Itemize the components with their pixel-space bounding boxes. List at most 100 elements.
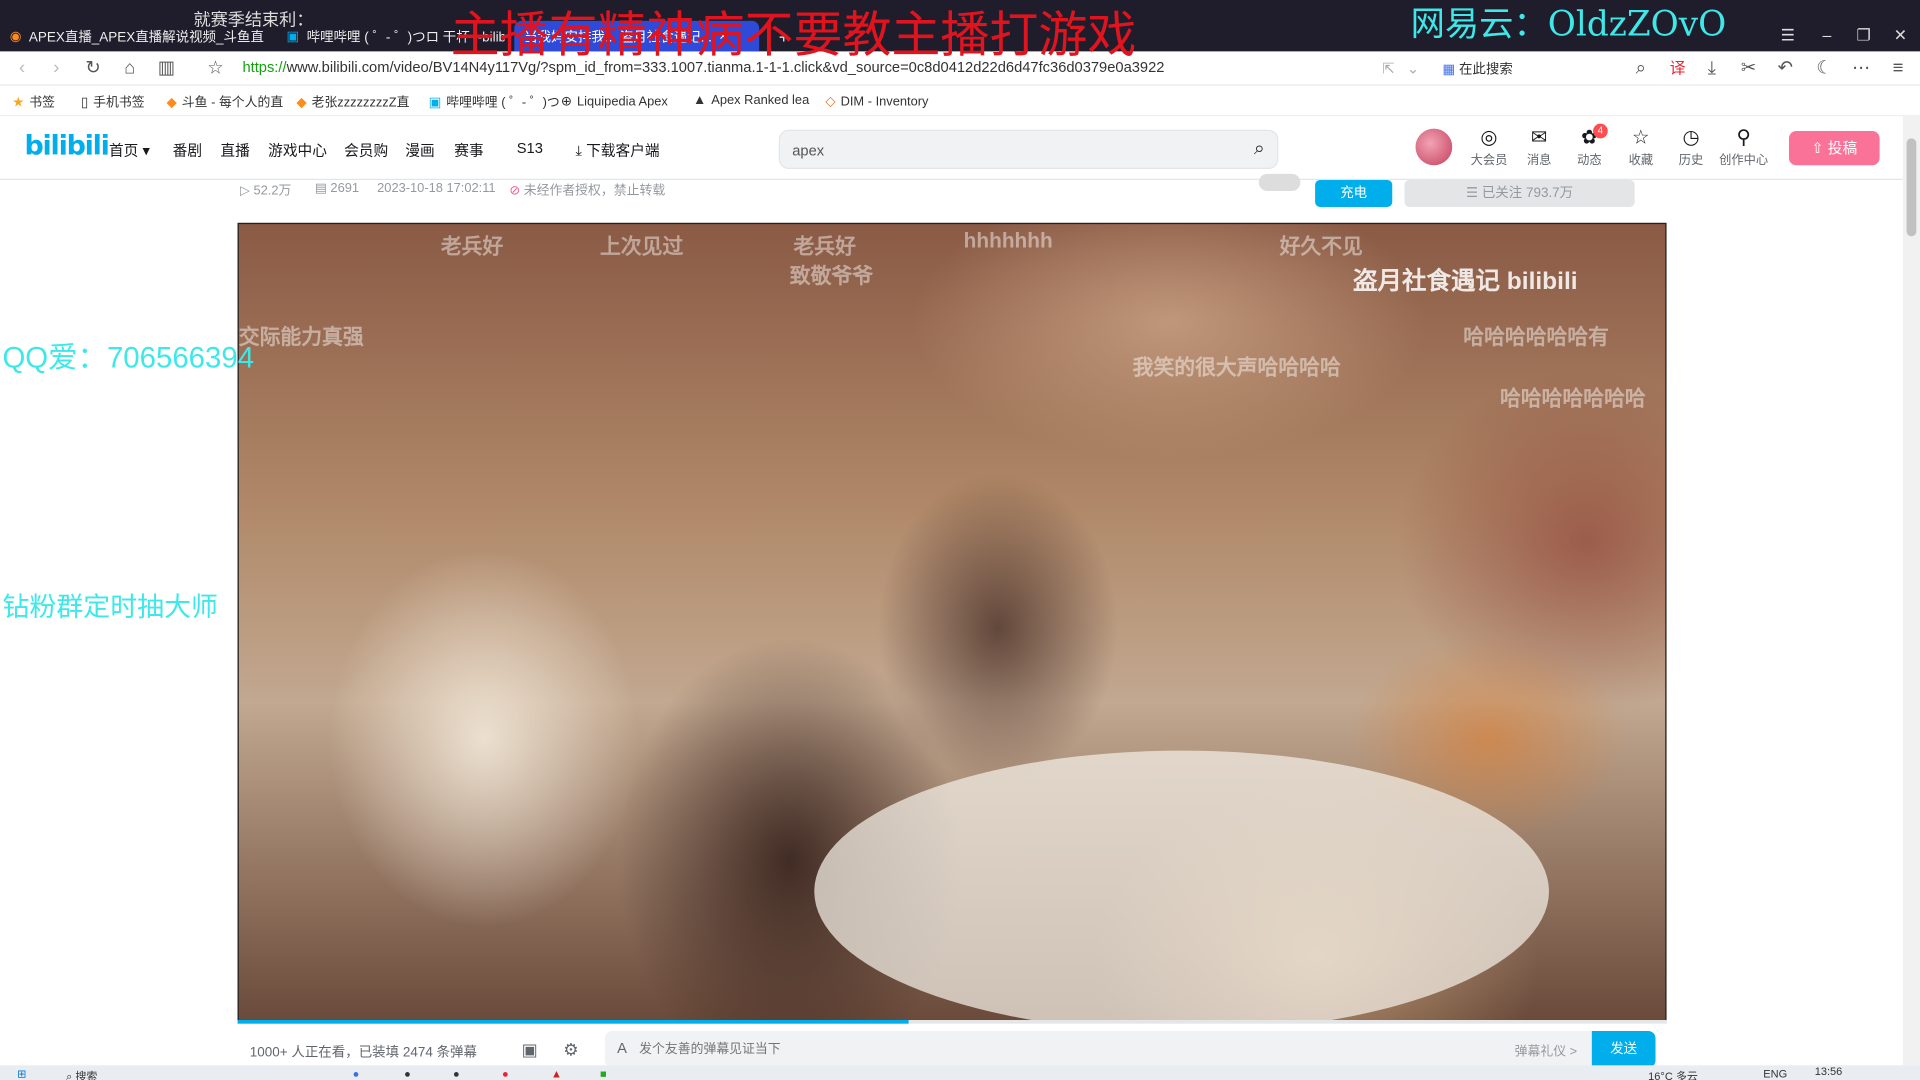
page-scrollbar[interactable] [1902, 116, 1920, 1066]
back-icon[interactable]: ‹ [10, 56, 34, 80]
video-watermark: 盗月社食遇记 bilibili [1353, 268, 1578, 296]
bookmark-item[interactable]: ◆ 老张zzzzzzzzZ直 [296, 93, 409, 111]
close-window-button[interactable]: ✕ [1888, 23, 1912, 47]
danmaku-text: 老兵好 [440, 235, 504, 259]
globe-icon: ⊕ [560, 94, 573, 109]
video-player[interactable]: 盗月社食遇记 bilibili 老兵好 上次见过 老兵好 hhhhhhh 好久不… [237, 222, 1667, 1023]
search-icon[interactable]: ⌕ [1629, 56, 1653, 80]
nav-s13[interactable]: S13 [517, 140, 543, 157]
menu-icon[interactable]: ☰ [1776, 23, 1800, 47]
bilibili-logo[interactable]: bilibili [24, 131, 109, 162]
search-engine-box[interactable]: ▦ 在此搜索 [1442, 59, 1512, 79]
browser-taskbar-icon[interactable]: ● [353, 1068, 360, 1080]
dark-mode-icon[interactable]: ☾ [1812, 56, 1836, 80]
danmaku-toggle-icon[interactable]: ▣ [522, 1040, 538, 1061]
nav-shop[interactable]: 会员购 [344, 140, 388, 161]
bilibili-tab-icon: ▣ [286, 29, 300, 45]
share-icon[interactable]: ⇱ [1376, 56, 1400, 80]
nav-esports[interactable]: 赛事 [454, 140, 483, 161]
follow-button[interactable]: ☰ 已关注 793.7万 [1404, 180, 1635, 207]
avatar[interactable] [1415, 128, 1453, 166]
nav-game-center[interactable]: 游戏中心 [268, 140, 327, 161]
bookmark-item[interactable]: ◇ DIM - Inventory [825, 93, 928, 109]
restore-button[interactable]: ❐ [1851, 23, 1875, 47]
danmaku-bar: 1000+ 人正在看，已装填 2474 条弹幕 ▣ ⚙ A 弹幕礼仪 > 发送 [237, 1031, 1667, 1068]
danmaku-text: 交际能力真强 [238, 325, 364, 349]
video-progress-bar[interactable] [237, 1020, 1667, 1024]
site-header: bilibili 首页 ▾ 番剧 直播 游戏中心 会员购 漫画 赛事 S13 ⤓… [0, 116, 1903, 181]
bookmark-item[interactable]: ▯ 手机书签 [81, 93, 145, 111]
reader-icon[interactable]: ▥ [154, 56, 178, 80]
charge-button[interactable]: 充电 [1315, 180, 1393, 207]
chevron-down-icon[interactable]: ⌄ [1401, 56, 1425, 80]
douyu-icon: ◉ [9, 29, 22, 45]
bookmark-star-icon[interactable]: ☆ [203, 56, 227, 80]
tab-douyu[interactable]: ◉ APEX直播_APEX直播解说视频_斗鱼直 [0, 21, 272, 52]
bookmarks-bar: ★ 书签 ▯ 手机书签 ◆ 斗鱼 - 每个人的直 ◆ 老张zzzzzzzzZ直 ▣ 哔哩哔… [0, 85, 1920, 117]
bookmark-item[interactable]: ★ 书签 [12, 93, 55, 111]
forward-icon[interactable]: › [44, 56, 68, 80]
bookmark-item[interactable]: ▲ Apex Ranked lea [693, 93, 809, 108]
mail-icon: ✉ [1530, 127, 1548, 149]
creator-center-button[interactable]: ⚲ 创作中心 [1717, 127, 1771, 167]
undo-icon[interactable]: ↶ [1773, 56, 1797, 80]
home-icon[interactable]: ⌂ [118, 56, 142, 80]
minimize-button[interactable]: – [1815, 23, 1839, 47]
netease-taskbar-icon[interactable]: ● [502, 1068, 509, 1080]
weather[interactable]: 16°C 多云 [1648, 1068, 1698, 1080]
tab-title: APEX直播_APEX直播解说视频_斗鱼直 [28, 30, 264, 45]
nav-home[interactable]: 首页 ▾ [109, 140, 150, 161]
watching-count: 1000+ 人正在看，已装填 2474 条弹幕 [249, 1045, 477, 1061]
star-icon: ★ [12, 95, 25, 111]
send-danmaku-button[interactable]: 发送 [1591, 1031, 1656, 1068]
nav-manga[interactable]: 漫画 [405, 140, 434, 161]
video-scene-table [814, 750, 1549, 1022]
overlay-qq: QQ爱：706566394 [2, 341, 255, 375]
danmaku-input[interactable] [639, 1038, 1374, 1061]
windows-taskbar: ⊞ ⌕ 搜索 ● ● ● ● ▲ ■ 16°C 多云 ENG 13:56 [0, 1065, 1920, 1080]
search-icon[interactable]: ⌕ [1254, 138, 1265, 160]
translate-icon[interactable]: 译 [1665, 56, 1689, 80]
search-input[interactable] [792, 138, 1209, 163]
app-taskbar-icon[interactable]: ■ [600, 1068, 607, 1080]
forbidden-icon: ⊘ [509, 183, 521, 199]
download-icon[interactable]: ⤓ [1700, 56, 1724, 80]
windows-start-icon[interactable]: ⊞ [17, 1068, 26, 1080]
clock[interactable]: 13:56 [1815, 1065, 1843, 1077]
danmaku-text: hhhhhhh [963, 228, 1053, 253]
apex-taskbar-icon[interactable]: ▲ [551, 1068, 562, 1080]
vip-button[interactable]: ◎ 大会员 [1466, 127, 1513, 167]
danmaku-count: ▤ 2691 [314, 181, 360, 196]
history-button[interactable]: ◷ 历史 [1668, 127, 1715, 167]
taskbar-search[interactable]: ⌕ 搜索 [66, 1068, 97, 1080]
tools-icon[interactable]: ✂ [1736, 56, 1760, 80]
upload-button[interactable]: ⇧ 投稿 [1788, 131, 1880, 166]
bookmark-item[interactable]: ▣ 哔哩哔哩 ( ゜- ゜)つ [429, 93, 560, 111]
nav-anime[interactable]: 番剧 [173, 140, 202, 161]
douyu-icon: ◆ [296, 95, 307, 111]
bookmark-item[interactable]: ⊕ Liquipedia Apex [561, 93, 668, 109]
nav-live[interactable]: 直播 [220, 140, 249, 161]
app-taskbar-icon[interactable]: ● [453, 1068, 460, 1080]
uploader-avatar[interactable] [1258, 173, 1301, 192]
dynamics-button[interactable]: ✿ 动态 4 [1566, 123, 1613, 168]
danmaku-etiquette-link[interactable]: 弹幕礼仪 > [1515, 1042, 1578, 1060]
diamond-icon: ◇ [825, 94, 836, 109]
more-icon[interactable]: ⋯ [1849, 56, 1873, 80]
reload-icon[interactable]: ↻ [81, 56, 105, 80]
messages-button[interactable]: ✉ 消息 [1516, 127, 1563, 167]
scrollbar-thumb[interactable] [1906, 138, 1917, 237]
menu-icon[interactable]: ≡ [1886, 56, 1910, 80]
font-style-icon[interactable]: A [617, 1040, 627, 1057]
video-progress-fill [237, 1020, 910, 1024]
bookmark-item[interactable]: ◆ 斗鱼 - 每个人的直 [167, 93, 284, 111]
bilibili-icon: ▣ [428, 95, 442, 111]
favorites-button[interactable]: ☆ 收藏 [1618, 127, 1665, 167]
steam-taskbar-icon[interactable]: ● [404, 1068, 411, 1080]
site-search-box: ⌕ [778, 129, 1279, 169]
input-language[interactable]: ENG [1763, 1068, 1787, 1080]
nav-download-client[interactable]: ⤓ 下载客户端 [576, 140, 660, 161]
download-icon: ⤓ [575, 142, 583, 160]
lightbulb-icon: ⚲ [1736, 127, 1751, 149]
danmaku-settings-icon[interactable]: ⚙ [563, 1040, 578, 1061]
